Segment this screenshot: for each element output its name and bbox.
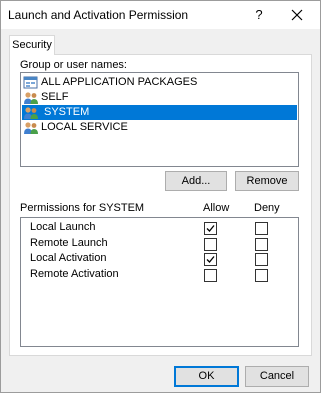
- permission-row: Remote Launch: [21, 236, 298, 252]
- group-user-list[interactable]: ALL APPLICATION PACKAGES SELF SYSTEM LOCAL …: [20, 72, 299, 167]
- users-group-icon: [23, 91, 39, 105]
- users-group-icon: [23, 106, 39, 120]
- add-button[interactable]: Add...: [165, 171, 227, 191]
- deny-header: Deny: [254, 202, 280, 214]
- tab-security[interactable]: Security: [9, 35, 55, 55]
- allow-checkbox[interactable]: [204, 268, 217, 282]
- list-item-label: SELF: [41, 91, 69, 103]
- help-button[interactable]: ?: [249, 5, 269, 25]
- list-item-label: SYSTEM: [44, 106, 90, 118]
- close-button[interactable]: [287, 5, 307, 25]
- list-item-label: ALL APPLICATION PACKAGES: [41, 76, 198, 88]
- list-item[interactable]: SYSTEM: [22, 105, 297, 120]
- window-title: Launch and Activation Permission: [8, 8, 189, 22]
- permission-row: Remote Activation: [21, 267, 298, 283]
- users-group-icon: [23, 121, 39, 135]
- allow-header: Allow: [203, 202, 230, 214]
- deny-checkbox[interactable]: [255, 253, 268, 266]
- list-item[interactable]: SELF: [22, 90, 297, 105]
- deny-checkbox[interactable]: [255, 268, 268, 282]
- list-item-label: LOCAL SERVICE: [41, 121, 128, 133]
- app-packages-icon: [23, 76, 39, 90]
- allow-checkbox[interactable]: [204, 237, 217, 251]
- deny-checkbox[interactable]: [255, 222, 268, 235]
- dialog-window: Launch and Activation Permission ? Secur…: [0, 0, 321, 393]
- permission-row: Local Launch: [21, 220, 298, 236]
- group-names-label: Group or user names:: [20, 59, 127, 71]
- allow-checkbox[interactable]: [204, 222, 217, 235]
- permission-name: Local Activation: [30, 252, 107, 264]
- permission-row: Local Activation: [21, 251, 298, 267]
- permission-name: Remote Activation: [30, 267, 119, 280]
- permission-name: Local Launch: [30, 221, 96, 233]
- security-panel: Group or user names: ALL APPLICATION PAC…: [9, 54, 312, 356]
- permissions-label: Permissions for SYSTEM: [20, 202, 145, 214]
- list-item[interactable]: LOCAL SERVICE: [22, 120, 297, 135]
- allow-checkbox[interactable]: [204, 253, 217, 266]
- permission-name: Remote Launch: [30, 236, 108, 249]
- title-bar: Launch and Activation Permission ?: [1, 1, 320, 29]
- close-icon: [291, 9, 303, 21]
- deny-checkbox[interactable]: [255, 237, 268, 251]
- cancel-button[interactable]: Cancel: [245, 366, 309, 387]
- ok-button[interactable]: OK: [174, 366, 239, 387]
- remove-button[interactable]: Remove: [235, 171, 299, 191]
- list-item[interactable]: ALL APPLICATION PACKAGES: [22, 75, 297, 90]
- permissions-table: Local Launch Remote Launch Local Activatio…: [20, 217, 299, 347]
